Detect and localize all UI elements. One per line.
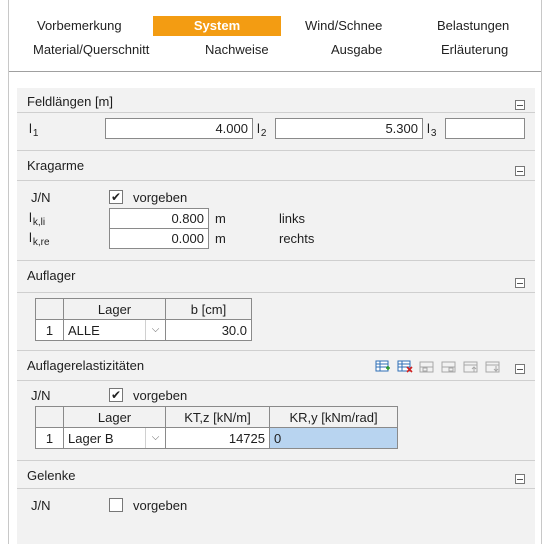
row-toolbar — [375, 360, 515, 376]
tab-nachweise[interactable]: Nachweise — [205, 40, 269, 60]
kry-input[interactable]: 0 — [269, 427, 398, 449]
tab-bar: Vorbemerkung System Wind/Schnee Belastun… — [9, 0, 541, 72]
kragarme-vorgeben-label: vorgeben — [133, 190, 188, 205]
collapse-kragarme-icon[interactable] — [515, 166, 525, 176]
l2-label: l2 — [257, 121, 267, 139]
copy-row-icon[interactable] — [441, 360, 457, 374]
table-row: 1 Lager B ⌵ 14725 0 — [35, 427, 398, 449]
section-title-feldlaengen: Feldlängen [m] — [27, 94, 113, 109]
ktz-input[interactable]: 14725 — [165, 427, 270, 449]
auflagerelast-vorgeben-label: vorgeben — [133, 388, 188, 403]
auflagerelast-jn-label: J/N — [31, 388, 51, 403]
gelenke-vorgeben-label: vorgeben — [133, 498, 188, 513]
section-title-auflagerelastizitaeten: Auflagerelastizitäten — [27, 358, 145, 373]
tab-system[interactable]: System — [153, 16, 281, 36]
delete-row-icon[interactable] — [397, 360, 413, 374]
section-divider — [17, 292, 535, 293]
lkli-label: lk,li — [29, 210, 46, 228]
lkli-input[interactable]: 0.800 — [109, 208, 209, 229]
l3-label: l3 — [427, 121, 437, 139]
collapse-feldlaengen-icon[interactable] — [515, 100, 525, 110]
section-title-auflager: Auflager — [27, 268, 76, 283]
insert-row-icon[interactable] — [419, 360, 435, 374]
section-divider — [17, 488, 535, 489]
header-ktz: KT,z [kN/m] — [165, 406, 270, 428]
table-row: 1 ALLE ⌵ 30.0 — [35, 319, 252, 341]
l3-input[interactable] — [445, 118, 525, 139]
lager-select-value: Lager B — [68, 430, 114, 446]
header-lager: Lager — [63, 298, 166, 320]
section-divider — [17, 350, 535, 351]
chevron-down-icon[interactable]: ⌵ — [145, 320, 165, 340]
l1-label: l1 — [29, 121, 39, 139]
section-divider — [17, 180, 535, 181]
tab-wind-schnee[interactable]: Wind/Schnee — [305, 16, 382, 36]
lager-select[interactable]: Lager B ⌵ — [63, 427, 166, 449]
lkli-unit: m — [215, 211, 226, 226]
add-row-icon[interactable] — [375, 360, 391, 374]
tab-ausgabe[interactable]: Ausgabe — [331, 40, 382, 60]
gelenke-vorgeben-checkbox[interactable] — [109, 498, 123, 512]
header-b: b [cm] — [165, 298, 252, 320]
tab-vorbemerkung[interactable]: Vorbemerkung — [37, 16, 122, 36]
section-divider — [17, 150, 535, 151]
section-divider — [17, 260, 535, 261]
auflagerelast-vorgeben-checkbox[interactable]: ✔ — [109, 388, 123, 402]
row-number: 1 — [35, 427, 64, 449]
tab-material-querschnitt[interactable]: Material/Querschnitt — [33, 40, 149, 60]
l2-input[interactable]: 5.300 — [275, 118, 423, 139]
kragarme-jn-label: J/N — [31, 190, 51, 205]
b-input[interactable]: 30.0 — [165, 319, 252, 341]
header-kry: KR,y [kNm/rad] — [269, 406, 398, 428]
lkli-desc: links — [279, 211, 306, 226]
lager-select[interactable]: ALLE ⌵ — [63, 319, 166, 341]
header-rownum — [35, 298, 64, 320]
section-divider — [17, 380, 535, 381]
l1-input[interactable]: 4.000 — [105, 118, 253, 139]
section-title-kragarme: Kragarme — [27, 158, 85, 173]
auflager-table: Lager b [cm] 1 ALLE ⌵ 30.0 — [35, 298, 252, 341]
section-title-gelenke: Gelenke — [27, 468, 76, 483]
row-number: 1 — [35, 319, 64, 341]
collapse-auflagerelastizitaeten-icon[interactable] — [515, 364, 525, 374]
move-up-icon[interactable] — [463, 360, 479, 374]
lkre-input[interactable]: 0.000 — [109, 228, 209, 249]
kragarme-vorgeben-checkbox[interactable]: ✔ — [109, 190, 123, 204]
collapse-auflager-icon[interactable] — [515, 278, 525, 288]
gelenke-jn-label: J/N — [31, 498, 51, 513]
section-divider — [17, 112, 535, 113]
auflagerelast-table: Lager KT,z [kN/m] KR,y [kNm/rad] 1 Lager… — [35, 406, 398, 449]
section-divider — [17, 460, 535, 461]
lager-select-value: ALLE — [68, 322, 100, 338]
lkre-label: lk,re — [29, 230, 50, 248]
header-lager: Lager — [63, 406, 166, 428]
move-down-icon[interactable] — [485, 360, 501, 374]
lkre-desc: rechts — [279, 231, 315, 246]
app-frame: Vorbemerkung System Wind/Schnee Belastun… — [8, 0, 542, 544]
header-rownum — [35, 406, 64, 428]
tab-belastungen[interactable]: Belastungen — [437, 16, 509, 36]
tab-erlaeuterung[interactable]: Erläuterung — [441, 40, 508, 60]
system-panel: Feldlängen [m] l1 4.000 l2 5.300 l3 Krag… — [17, 88, 535, 544]
chevron-down-icon[interactable]: ⌵ — [145, 428, 165, 448]
lkre-unit: m — [215, 231, 226, 246]
collapse-gelenke-icon[interactable] — [515, 474, 525, 484]
